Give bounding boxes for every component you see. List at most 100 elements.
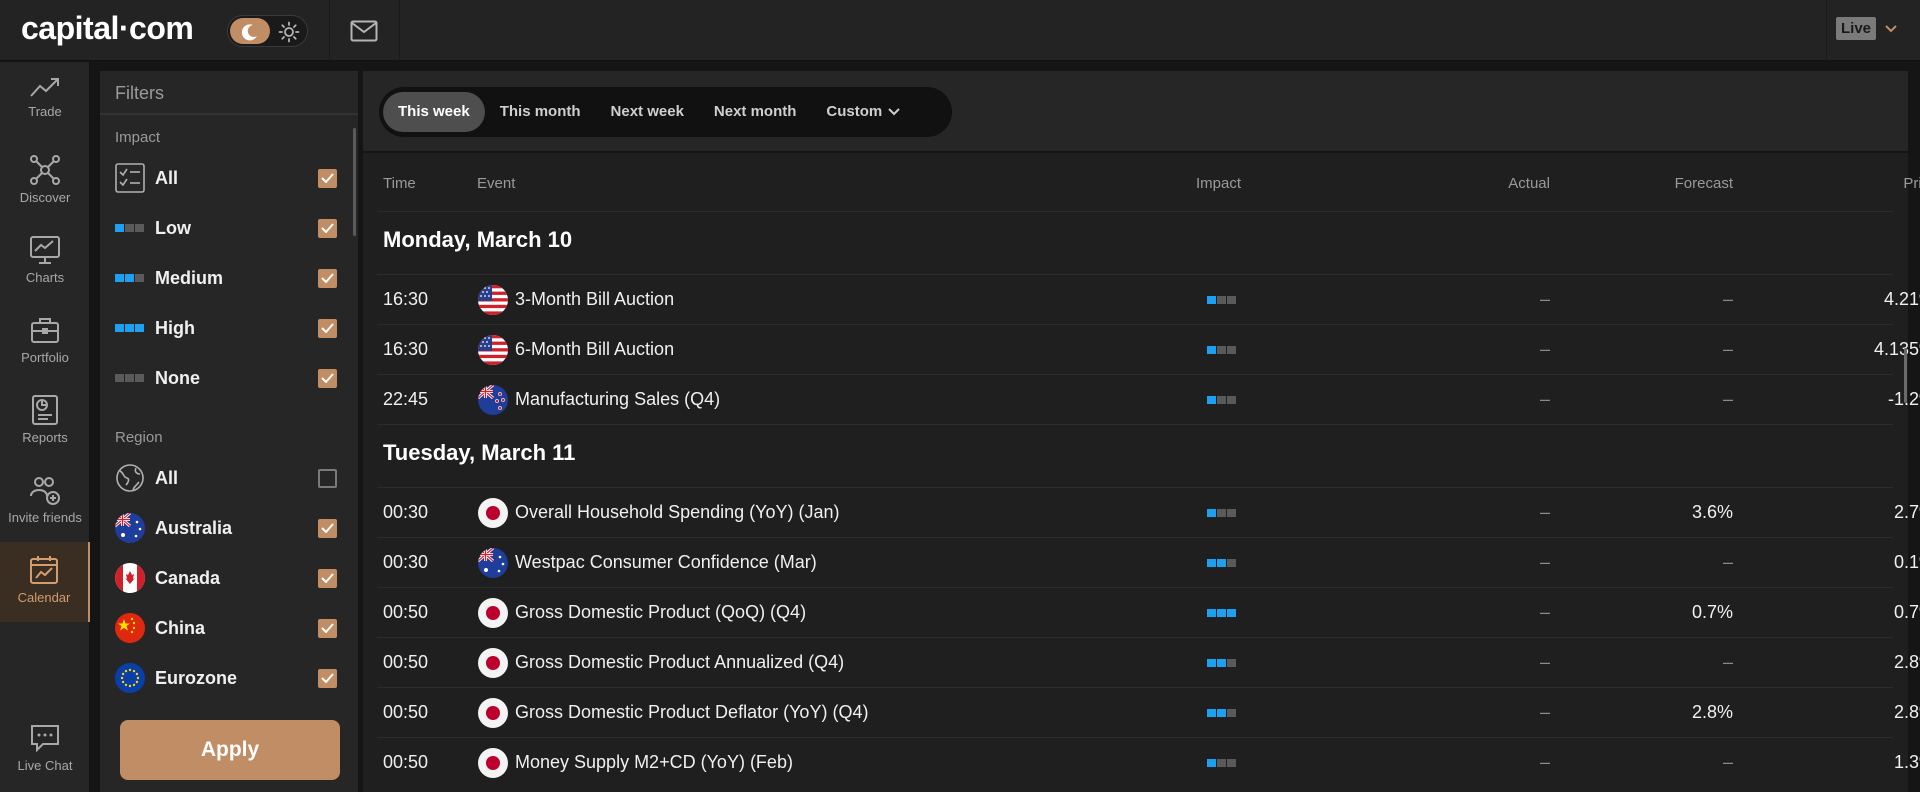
nav-live-chat[interactable]: Live Chat — [0, 710, 90, 790]
filters-scrollbar[interactable] — [353, 128, 356, 236]
impact-indicator — [1207, 346, 1237, 354]
event-time: 16:30 — [383, 339, 429, 359]
event-row[interactable]: 00:50 Gross Domestic Product (QoQ) (Q4) – 0… — [363, 588, 1920, 638]
checkbox-checked[interactable] — [318, 168, 337, 188]
impact-bar — [1207, 759, 1216, 767]
top-bar: capital·com Live — [0, 0, 1920, 61]
event-row[interactable]: 00:30 Westpac Consumer Confidence (Mar) – –… — [363, 538, 1920, 588]
account-mode-selector[interactable]: Live — [1836, 17, 1898, 40]
impact-indicator — [1207, 296, 1237, 304]
impact-bar — [1207, 559, 1216, 567]
column-header-actual: Actual — [1508, 175, 1550, 192]
impact-high-icon — [115, 313, 145, 343]
nav-calendar[interactable]: Calendar — [0, 542, 90, 622]
impact-bar — [1227, 509, 1236, 517]
nav-label: Reports — [22, 430, 68, 445]
mail-button[interactable] — [330, 0, 398, 61]
event-name: 3-Month Bill Auction — [515, 289, 675, 309]
event-row[interactable]: 22:45Manufacturing Sales (Q4)––-1.2% — [363, 375, 1920, 425]
checkbox-checked[interactable] — [318, 268, 337, 288]
event-actual: – — [1539, 652, 1550, 672]
region-filter-australia[interactable]: Australia — [115, 510, 337, 546]
sun-icon — [278, 21, 300, 43]
jp-flag-icon — [478, 698, 508, 728]
tab-custom[interactable]: Custom — [811, 92, 915, 132]
event-row[interactable]: 16:306-Month Bill Auction––4.135% — [363, 325, 1920, 375]
impact-filter-none[interactable]: None — [115, 360, 337, 396]
region-filter-all[interactable]: All — [115, 460, 337, 496]
event-forecast: 2.8% — [1691, 702, 1733, 722]
checkbox-checked[interactable] — [318, 518, 337, 538]
impact-indicator — [1207, 396, 1237, 404]
nav-discover[interactable]: Discover — [0, 142, 90, 222]
nav-invite-friends[interactable]: Invite friends — [0, 462, 90, 542]
period-tabs: This week This month Next week Next mont… — [379, 87, 952, 137]
checkbox-checked[interactable] — [318, 318, 337, 338]
nav-label: Portfolio — [21, 350, 69, 365]
event-actual: – — [1539, 502, 1550, 522]
nav-reports[interactable]: Reports — [0, 382, 90, 462]
event-row[interactable]: 00:50 Gross Domestic Product Annualized (… — [363, 638, 1920, 688]
impact-bar — [1217, 559, 1226, 567]
event-time: 00:30 — [383, 552, 429, 572]
logo[interactable]: capital·com — [21, 10, 194, 47]
eu-flag-icon — [115, 663, 145, 693]
tab-next-month[interactable]: Next month — [699, 92, 812, 132]
checkbox-checked[interactable] — [318, 618, 337, 638]
checkbox-unchecked[interactable] — [318, 468, 337, 488]
event-actual: – — [1539, 339, 1550, 359]
impact-bar — [1217, 609, 1226, 617]
jp-flag-icon — [478, 748, 508, 778]
event-prior: 2.8% — [1893, 652, 1920, 672]
china-flag-icon — [115, 613, 145, 643]
impact-filter-medium[interactable]: Medium — [115, 260, 337, 296]
event-forecast: – — [1722, 552, 1733, 572]
impact-bar — [1217, 346, 1226, 354]
tab-next-week[interactable]: Next week — [596, 92, 699, 132]
nav-label: Trade — [28, 104, 62, 119]
nav-trade[interactable]: Trade — [0, 62, 90, 142]
event-name: Westpac Consumer Confidence (Mar) — [515, 552, 817, 572]
filter-label: Eurozone — [155, 667, 238, 688]
column-header-prior: Prior — [1903, 175, 1920, 192]
checkbox-checked[interactable] — [318, 668, 337, 688]
region-filter-eurozone[interactable]: Eurozone — [115, 660, 337, 696]
event-row[interactable]: 00:50 Gross Domestic Product Deflator (Yo… — [363, 688, 1920, 738]
nav-charts[interactable]: Charts — [0, 222, 90, 302]
filters-panel: Filters Impact All Low Medium High None — [100, 71, 358, 792]
australia-flag-icon — [115, 513, 145, 543]
event-time: 16:30 — [383, 289, 429, 309]
nav-label: Charts — [25, 270, 65, 285]
event-row[interactable]: 16:30 3-Month Bill Auction – – 4.21% — [363, 275, 1920, 325]
nav-portfolio[interactable]: Portfolio — [0, 302, 90, 382]
calendar-scrollbar[interactable] — [1904, 348, 1907, 403]
au-flag-icon — [478, 548, 508, 578]
event-forecast: 0.7% — [1691, 602, 1733, 622]
impact-bar — [1227, 609, 1236, 617]
event-name: Gross Domestic Product Deflator (YoY) (Q… — [515, 702, 869, 722]
event-row[interactable]: 00:50 Money Supply M2+CD (YoY) (Feb) – – 1.3… — [363, 738, 1920, 788]
impact-filter-all[interactable]: All — [115, 160, 337, 196]
region-filter-china[interactable]: China — [115, 610, 337, 646]
tab-this-month[interactable]: This month — [485, 92, 596, 132]
us-flag-icon — [478, 335, 508, 365]
checkbox-checked[interactable] — [318, 368, 337, 388]
event-name: Overall Household Spending (YoY) (Jan) — [515, 502, 840, 522]
apply-button[interactable]: Apply — [120, 720, 340, 780]
jp-flag-icon — [478, 598, 508, 628]
impact-filter-high[interactable]: High — [115, 310, 337, 346]
event-forecast: 3.6% — [1691, 502, 1733, 522]
theme-toggle[interactable] — [227, 15, 308, 47]
checkbox-checked[interactable] — [318, 568, 337, 588]
checkbox-checked[interactable] — [318, 218, 337, 238]
calendar-panel: This week This month Next week Next mont… — [363, 71, 1920, 792]
impact-bar — [1227, 709, 1236, 717]
moon-icon — [241, 24, 257, 41]
impact-bar — [1227, 296, 1236, 304]
tab-this-week[interactable]: This week — [383, 92, 485, 132]
region-filter-canada[interactable]: Canada — [115, 560, 337, 596]
impact-bar — [1217, 509, 1226, 517]
globe-icon — [115, 463, 145, 493]
impact-filter-low[interactable]: Low — [115, 210, 337, 246]
event-row[interactable]: 00:30 Overall Household Spending (YoY) (J… — [363, 488, 1920, 538]
